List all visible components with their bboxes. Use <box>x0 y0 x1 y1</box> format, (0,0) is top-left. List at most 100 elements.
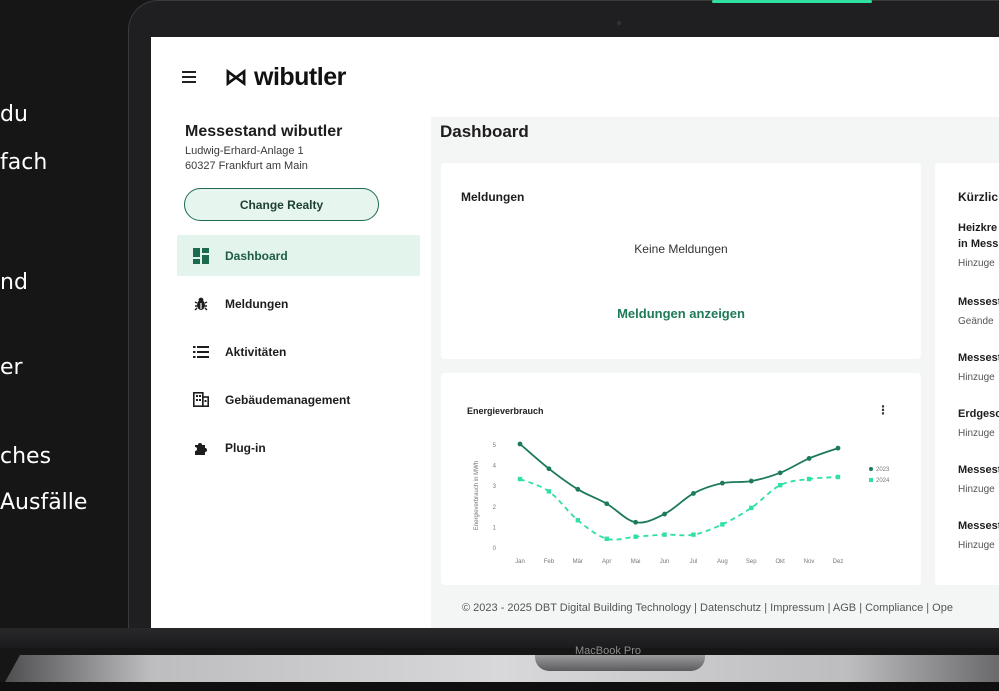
logo-bowtie-icon: ⋈ <box>224 63 248 91</box>
list-item[interactable]: Erdgesc Hinzuge <box>958 407 999 441</box>
data-point-2023 <box>517 441 523 447</box>
laptop-deck-shadow <box>0 682 999 691</box>
activity-subtitle: Hinzuge <box>958 484 995 495</box>
realty-address-line-2: 60327 Frankfurt am Main <box>185 160 308 172</box>
x-tick-label: Aug <box>717 559 728 565</box>
x-tick-label: Mai <box>631 559 641 565</box>
laptop-accent-line <box>712 0 872 3</box>
series-line-2024 <box>519 476 839 541</box>
sidebar-item-label: Dashboard <box>225 248 288 263</box>
footer-links[interactable]: © 2023 - 2025 DBT Digital Building Techn… <box>462 602 953 614</box>
data-point-2023 <box>662 511 667 517</box>
logo-text: wibutler <box>254 63 346 91</box>
realty-address-line-1: Ludwig-Erhard-Anlage 1 <box>185 145 304 157</box>
sidebar-item-dashboard[interactable]: Dashboard <box>177 235 420 276</box>
data-point-2023 <box>546 466 552 472</box>
x-tick-label: Apr <box>602 559 611 565</box>
data-point-2023 <box>806 456 812 461</box>
x-tick-label: Nov <box>804 559 815 565</box>
sidebar-item-gebaeudemanagement[interactable]: Gebäudemanagement <box>177 379 420 420</box>
recent-activities-title: Kürzlic <box>958 190 999 204</box>
list-item[interactable]: Messest Hinzuge <box>958 351 999 385</box>
change-realty-button[interactable]: Change Realty <box>184 188 379 221</box>
activity-subtitle: Hinzuge <box>958 540 995 551</box>
legend-label-2024: 2024 <box>876 478 890 484</box>
page-title: Dashboard <box>440 122 529 141</box>
data-point-2023 <box>633 519 639 525</box>
messages-card: Meldungen Keine Meldungen Meldungen anze… <box>441 163 921 359</box>
data-point-2024 <box>720 522 725 527</box>
y-tick-label: 4 <box>493 464 497 470</box>
sidebar-item-plug-in[interactable]: Plug-in <box>177 427 420 468</box>
x-tick-label: Jul <box>690 559 698 565</box>
sidebar-item-label: Plug-in <box>225 440 266 455</box>
activity-title: Messest <box>958 464 999 476</box>
data-point-2023 <box>691 491 696 496</box>
activity-subtitle: Hinzuge <box>958 258 995 269</box>
legend-marker-2023 <box>869 467 873 471</box>
left-text-line-5: ches <box>0 444 52 469</box>
bug-icon <box>193 296 209 312</box>
activity-title: Heizkre <box>958 222 998 234</box>
sidebar: Messestand wibutler Ludwig-Erhard-Anlage… <box>151 117 431 630</box>
sidebar-item-label: Meldungen <box>225 296 289 311</box>
data-point-2024 <box>546 489 552 494</box>
list-item[interactable]: Messest Hinzuge <box>958 519 999 553</box>
x-tick-label: Okt <box>776 559 786 565</box>
no-messages-text: Keine Meldungen <box>634 242 728 256</box>
list-item[interactable]: Heizkre in Mess Hinzuge <box>958 221 999 271</box>
y-tick-label: 3 <box>493 484 497 490</box>
activity-subtitle: Hinzuge <box>958 372 995 383</box>
x-tick-label: Jun <box>660 559 670 565</box>
laptop-notch <box>535 655 705 671</box>
building-icon <box>193 392 209 408</box>
data-point-2023 <box>604 501 610 507</box>
data-point-2023 <box>777 470 783 476</box>
data-point-2023 <box>748 478 754 484</box>
data-point-2023 <box>835 445 841 451</box>
data-point-2023 <box>719 480 725 486</box>
dashboard-icon <box>193 247 209 264</box>
y-axis-label: Energieverbrauch in MWh <box>474 461 480 530</box>
sidebar-item-meldungen[interactable]: Meldungen <box>177 283 420 324</box>
data-point-2024 <box>691 532 696 537</box>
main-content: Dashboard Meldungen Keine Meldungen Meld… <box>431 117 999 630</box>
x-tick-label: Dez <box>833 559 844 565</box>
x-tick-label: Sep <box>746 559 757 565</box>
y-tick-label: 0 <box>493 546 497 552</box>
data-point-2024 <box>662 532 667 537</box>
top-bar: ⋈ wibutler <box>151 37 999 117</box>
left-text-line-1: du <box>0 102 28 127</box>
sidebar-item-aktivitaeten[interactable]: Aktivitäten <box>177 331 420 372</box>
data-point-2024 <box>806 476 812 482</box>
energy-chart: 0 1 2 3 4 5 Energieverbrauch in MWh Jan Feb Mär Ap… <box>474 441 890 565</box>
data-point-2024 <box>517 476 523 482</box>
hamburger-menu-icon[interactable] <box>182 71 196 83</box>
activity-title: Erdgesc <box>958 408 999 420</box>
legend-marker-2024 <box>869 478 873 482</box>
logo[interactable]: ⋈ wibutler <box>224 63 346 92</box>
show-messages-link[interactable]: Meldungen anzeigen <box>441 306 921 321</box>
list-item[interactable]: Messest Geände <box>958 295 999 329</box>
x-tick-label: Feb <box>544 559 555 565</box>
activity-title-line-2: in Mess <box>958 238 999 250</box>
activity-subtitle: Geände <box>958 316 994 327</box>
realty-name: Messestand wibutler <box>185 123 343 140</box>
y-tick-label: 5 <box>493 443 497 449</box>
puzzle-icon <box>193 440 209 456</box>
data-point-2023 <box>575 486 581 492</box>
data-point-2024 <box>604 536 609 541</box>
left-text-line-4: er <box>0 355 23 380</box>
activity-title: Messest <box>958 352 999 364</box>
laptop-hinge <box>0 628 999 648</box>
recent-activities-card: Kürzlic Heizkre in Mess Hinzuge Messest … <box>935 163 999 585</box>
messages-card-title: Meldungen <box>461 190 525 204</box>
camera-icon <box>617 21 621 25</box>
list-icon <box>193 344 209 360</box>
app-screen: ⋈ wibutler Messestand wibutler Ludwig-Er… <box>151 37 999 630</box>
activity-subtitle: Hinzuge <box>958 428 995 439</box>
x-tick-label: Jan <box>515 559 525 565</box>
data-point-2024 <box>835 474 841 480</box>
list-item[interactable]: Messest Hinzuge <box>958 463 999 497</box>
legend-label-2023: 2023 <box>876 467 890 473</box>
